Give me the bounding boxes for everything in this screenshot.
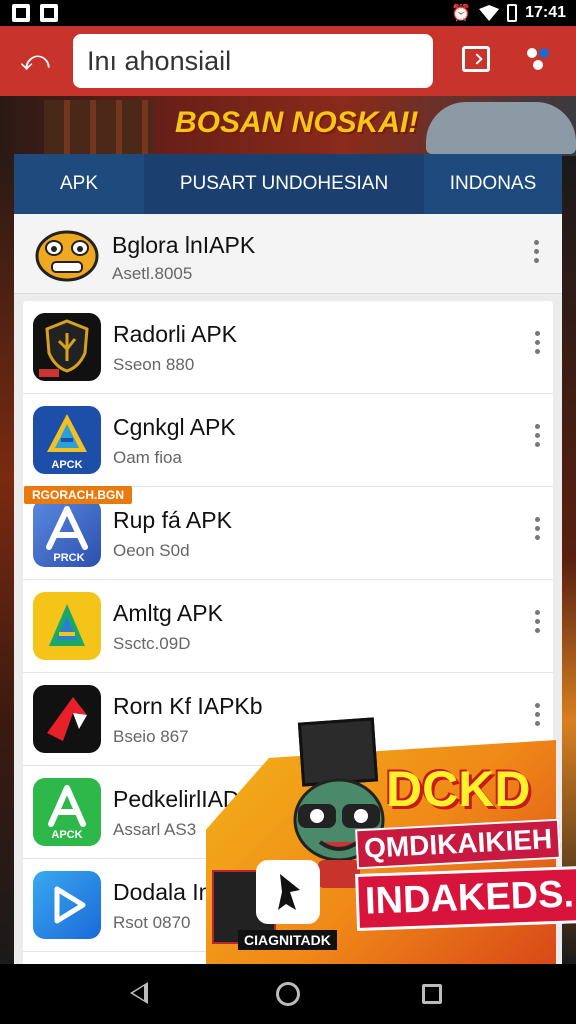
app-bar: ⤺ Inı ahonsiail [0,26,576,96]
category-tabs: APK PUSART UNDOHESIAN INDONAS [14,154,562,214]
app-icon-label: PRCK [53,552,84,564]
tab-pusart-undohesian[interactable]: PUSART UNDOHESIAN [144,154,424,214]
app-subtitle: Ssctc.09D [113,634,191,653]
banner-title: BOSAN NOSKAI! [175,106,419,139]
app-subtitle: Rsot 0870 [113,913,191,932]
app-title: Radorli APK [113,321,238,347]
mascot-icon [32,224,102,284]
side-decoration-right [562,156,576,964]
shield-icon [33,313,101,381]
a-blue-icon: PRCK [33,499,101,567]
more-options-icon[interactable] [535,424,541,452]
tabs-icon[interactable] [462,46,490,72]
nav-home-icon[interactable] [276,982,300,1006]
featured-app-title: Bglora lnIAPK [112,232,256,258]
ad-logo-label: CIAGNITADK [238,930,337,950]
list-item[interactable]: APCK Cgnkgl APK Oam fioa [23,394,553,487]
tab-apk[interactable]: APK [14,154,144,214]
a-triangle-icon: APCK [33,406,101,474]
wifi-icon [479,5,500,21]
more-options-icon[interactable] [534,240,540,268]
tab-indonas[interactable]: INDONAS [424,154,562,214]
status-time: 17:41 [525,4,566,21]
promo-tag: RGORACH.BGN [24,486,132,504]
banner-car-image [426,102,576,154]
promo-banner[interactable]: BOSAN NOSKAI! [0,96,576,156]
list-item[interactable]: Radorli APK Sseon 880 [23,301,553,394]
search-input[interactable]: Inı ahonsiail [73,34,433,88]
ad-headline: DCKD [386,761,531,817]
app-icon-label: APCK [51,459,82,471]
photo-notification-icon [40,4,58,22]
image-notification-icon [12,4,30,22]
ad-overlay[interactable]: DCKD QMDIKAIKIEH INDAKEDS. CIAGNITADK [206,717,576,964]
banner-artwork [44,100,154,156]
app-subtitle: Assarl AS3 [113,820,197,839]
nav-recents-icon[interactable] [422,984,442,1004]
app-title: Rorn Kf IAPKb [113,693,263,719]
a-green-icon: APCK [33,778,101,846]
navigation-bar [0,964,576,1024]
red-arrow-icon [33,685,101,753]
app-subtitle: Oam fioa [113,448,182,467]
alarm-icon: ⏰ [451,5,472,22]
side-decoration-left [0,156,14,964]
ad-app-logo-icon [256,860,320,924]
app-title: Cgnkgl APK [113,414,236,440]
nav-back-icon[interactable] [130,982,148,1004]
app-title: Rup fá APK [113,507,232,533]
battery-icon [507,4,518,22]
app-subtitle: Bseio 867 [113,727,189,746]
status-bar: ⏰ 17:41 [0,0,576,26]
app-subtitle: Sseon 880 [113,355,195,374]
back-share-icon[interactable]: ⤺ [18,46,52,76]
more-options-icon[interactable] [535,517,541,545]
list-item[interactable]: Amltg APK Ssctc.09D [23,580,553,673]
ad-line-2: INDAKEDS. [355,866,576,931]
app-title: Dodala Im [113,879,218,905]
featured-app-row[interactable]: Bglora lnIAPK Asetl.8005 [14,214,562,294]
more-options-icon[interactable] [535,610,541,638]
featured-app-subtitle: Asetl.8005 [112,264,193,283]
app-title: Amltg APK [113,600,223,626]
more-options-icon[interactable] [535,331,541,359]
app-icon-label: APCK [51,829,82,841]
menu-icon[interactable] [525,46,555,76]
app-subtitle: Oeon S0d [113,541,190,560]
a-yellow-icon [33,592,101,660]
play-icon [33,871,101,939]
